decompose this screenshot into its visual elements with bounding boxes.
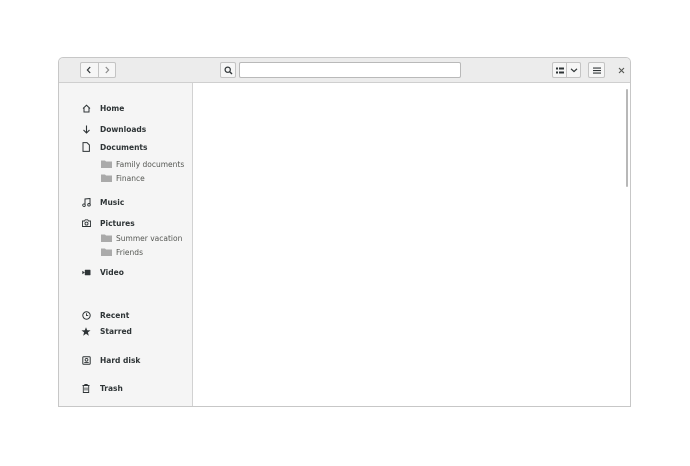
clock-icon: [80, 309, 92, 321]
sidebar-item-recent[interactable]: Recent: [59, 308, 192, 322]
sidebar-item-finance[interactable]: Finance: [59, 171, 192, 185]
navigation-buttons: [80, 62, 116, 78]
chevron-right-icon: [105, 66, 110, 74]
sidebar-item-home[interactable]: Home: [59, 101, 192, 115]
list-view-button[interactable]: [553, 63, 567, 77]
trash-icon: [80, 382, 92, 394]
sidebar-item-downloads[interactable]: Downloads: [59, 122, 192, 136]
sidebar-item-label: Family documents: [116, 159, 185, 169]
view-options-button[interactable]: [567, 63, 580, 77]
sidebar-item-label: Downloads: [100, 124, 147, 134]
sidebar-item-label: Pictures: [100, 218, 135, 228]
chevron-down-icon: [570, 68, 577, 73]
folder-icon: [100, 172, 112, 184]
hamburger-menu-icon: [592, 67, 601, 74]
sidebar-item-label: Finance: [116, 173, 145, 183]
headerbar: [59, 58, 630, 83]
close-icon: [618, 67, 624, 73]
sidebar-item-documents[interactable]: Documents: [59, 140, 192, 154]
folder-icon: [100, 158, 112, 170]
sidebar-item-video[interactable]: Video: [59, 265, 192, 279]
star-icon: [80, 325, 92, 337]
file-view[interactable]: [193, 83, 630, 406]
chevron-left-icon: [86, 66, 91, 74]
list-view-icon: [555, 67, 564, 73]
sidebar-item-summer-vacation[interactable]: Summer vacation: [59, 231, 192, 245]
sidebar-item-label: Recent: [100, 310, 130, 320]
camera-icon: [80, 217, 92, 229]
home-icon: [80, 102, 92, 114]
document-icon: [80, 141, 92, 153]
hard-disk-icon: [80, 354, 92, 366]
folder-icon: [100, 246, 112, 258]
sidebar-item-label: Summer vacation: [116, 233, 183, 243]
folder-icon: [100, 232, 112, 244]
download-icon: [80, 123, 92, 135]
back-button[interactable]: [81, 63, 99, 77]
sidebar-item-starred[interactable]: Starred: [59, 324, 192, 338]
sidebar: Home Downloads Documents Family document…: [59, 83, 193, 406]
close-button[interactable]: [615, 64, 627, 76]
forward-button[interactable]: [99, 63, 116, 77]
search-input[interactable]: [239, 62, 461, 78]
sidebar-item-friends[interactable]: Friends: [59, 245, 192, 259]
file-manager-window: Home Downloads Documents Family document…: [58, 57, 631, 407]
sidebar-item-label: Starred: [100, 326, 132, 336]
scrollbar[interactable]: [626, 89, 628, 187]
sidebar-item-label: Home: [100, 103, 125, 113]
main-menu-button[interactable]: [588, 62, 605, 78]
search-button[interactable]: [220, 62, 236, 78]
sidebar-item-label: Trash: [100, 383, 123, 393]
music-icon: [80, 196, 92, 208]
sidebar-item-trash[interactable]: Trash: [59, 381, 192, 395]
sidebar-item-label: Friends: [116, 247, 143, 257]
sidebar-item-label: Music: [100, 197, 125, 207]
sidebar-item-music[interactable]: Music: [59, 195, 192, 209]
video-camera-icon: [80, 266, 92, 278]
view-buttons: [552, 62, 581, 78]
sidebar-item-hard-disk[interactable]: Hard disk: [59, 353, 192, 367]
sidebar-item-label: Documents: [100, 142, 148, 152]
search-icon: [224, 66, 232, 74]
sidebar-item-pictures[interactable]: Pictures: [59, 216, 192, 230]
sidebar-item-family-documents[interactable]: Family documents: [59, 157, 192, 171]
sidebar-item-label: Video: [100, 267, 124, 277]
sidebar-item-label: Hard disk: [100, 355, 141, 365]
